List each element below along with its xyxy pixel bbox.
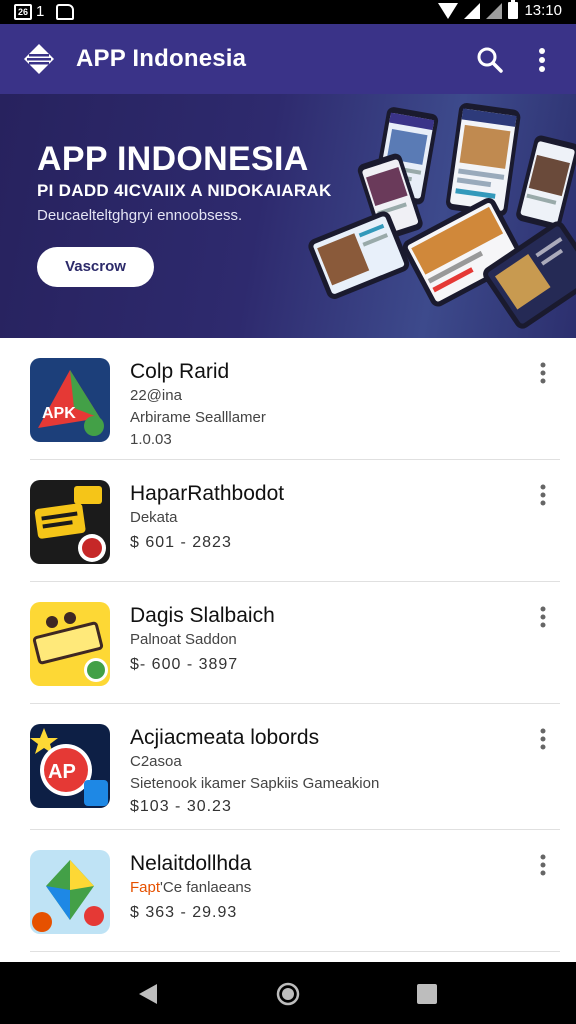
- status-bar: 26 1 13:10: [0, 0, 576, 24]
- app-meta: Fapt'Ce fanlaeans: [130, 879, 251, 896]
- app-logo-icon[interactable]: [22, 42, 56, 76]
- app-price-range: $ 601 - 2823: [130, 534, 232, 551]
- banner-cta-button[interactable]: Vascrow: [37, 247, 154, 287]
- app-meta-rest: 'Ce fanlaeans: [160, 879, 252, 896]
- signal-2-icon: [486, 2, 503, 19]
- status-right: 13:10: [438, 0, 562, 19]
- app-name: Acjiacmeata lobords: [130, 726, 320, 749]
- search-icon[interactable]: [474, 44, 506, 76]
- phones-illustration: [308, 103, 576, 329]
- signal-icon: [464, 2, 481, 19]
- status-left: 26 1: [14, 3, 75, 20]
- sd-card-icon: [56, 3, 75, 20]
- app-name: Dagis Slalbaich: [130, 604, 275, 627]
- app-badge-icon: [30, 480, 110, 564]
- divider: [30, 951, 560, 952]
- wifi-icon: [438, 2, 459, 19]
- clock-time: 13:10: [524, 2, 562, 19]
- more-vert-icon[interactable]: [526, 44, 558, 76]
- list-item[interactable]: Dagis Slalbaich Palnoat Saddon $- 600 - …: [0, 582, 576, 704]
- more-vert-icon[interactable]: [534, 360, 552, 386]
- app-list: APK Colp Rarid 22@ina Arbirame Sealllame…: [0, 338, 576, 952]
- banner-description: Deucaelteltghgryi ennoobsess.: [37, 207, 243, 224]
- notification-badge: 26: [14, 3, 32, 20]
- more-vert-icon[interactable]: [534, 726, 552, 752]
- svg-text:AP: AP: [48, 761, 76, 783]
- app-ticket-icon: [30, 602, 110, 686]
- app-price-range: $- 600 - 3897: [130, 656, 239, 673]
- banner-subtitle: PI DADD 4ICVAIIX A NIDOKAIARAK: [37, 181, 332, 200]
- app-name: Colp Rarid: [130, 360, 230, 383]
- app-title: APP Indonesia: [76, 45, 247, 72]
- home-icon[interactable]: [276, 982, 300, 1006]
- more-vert-icon[interactable]: [534, 852, 552, 878]
- app-price-range: $103 - 30.23: [130, 798, 232, 815]
- app-description: Sietenook ikamer Sapkiis Gameakion: [130, 775, 380, 792]
- app-meta: Palnoat Saddon: [130, 631, 237, 648]
- app-price-range: $ 363 - 29.93: [130, 904, 238, 921]
- more-vert-icon[interactable]: [534, 482, 552, 508]
- app-kite-icon: [30, 850, 110, 934]
- battery-icon: [508, 0, 519, 19]
- svg-text:APK: APK: [42, 405, 76, 422]
- list-item[interactable]: Nelaitdollhda Fapt'Ce fanlaeans $ 363 - …: [0, 830, 576, 952]
- app-ap-icon: AP: [30, 724, 110, 808]
- list-item[interactable]: HaparRathbodot Dekata $ 601 - 2823: [0, 460, 576, 582]
- app-meta: Dekata: [130, 509, 178, 526]
- app-name: Nelaitdollhda: [130, 852, 252, 875]
- notification-count: 1: [36, 3, 45, 20]
- list-item[interactable]: AP Acjiacmeata lobords C2asoa Sietenook …: [0, 704, 576, 830]
- app-bar: APP Indonesia: [0, 24, 576, 94]
- list-item[interactable]: APK Colp Rarid 22@ina Arbirame Sealllame…: [0, 338, 576, 460]
- back-icon[interactable]: [137, 983, 159, 1005]
- app-meta: C2asoa: [130, 753, 182, 770]
- app-developer: Arbirame Sealllamer: [130, 409, 266, 426]
- app-name: HaparRathbodot: [130, 482, 285, 505]
- recents-icon[interactable]: [417, 984, 437, 1004]
- app-version: 1.0.03: [130, 431, 172, 448]
- app-triangle-icon: APK: [30, 358, 110, 442]
- app-meta: 22@ina: [130, 387, 182, 404]
- banner-title: APP INDONESIA: [37, 140, 309, 178]
- app-meta-accent: Fapt: [130, 879, 161, 896]
- more-vert-icon[interactable]: [534, 604, 552, 630]
- system-nav-bar: [0, 962, 576, 1024]
- promo-banner[interactable]: APP INDONESIA PI DADD 4ICVAIIX A NIDOKAI…: [0, 94, 576, 338]
